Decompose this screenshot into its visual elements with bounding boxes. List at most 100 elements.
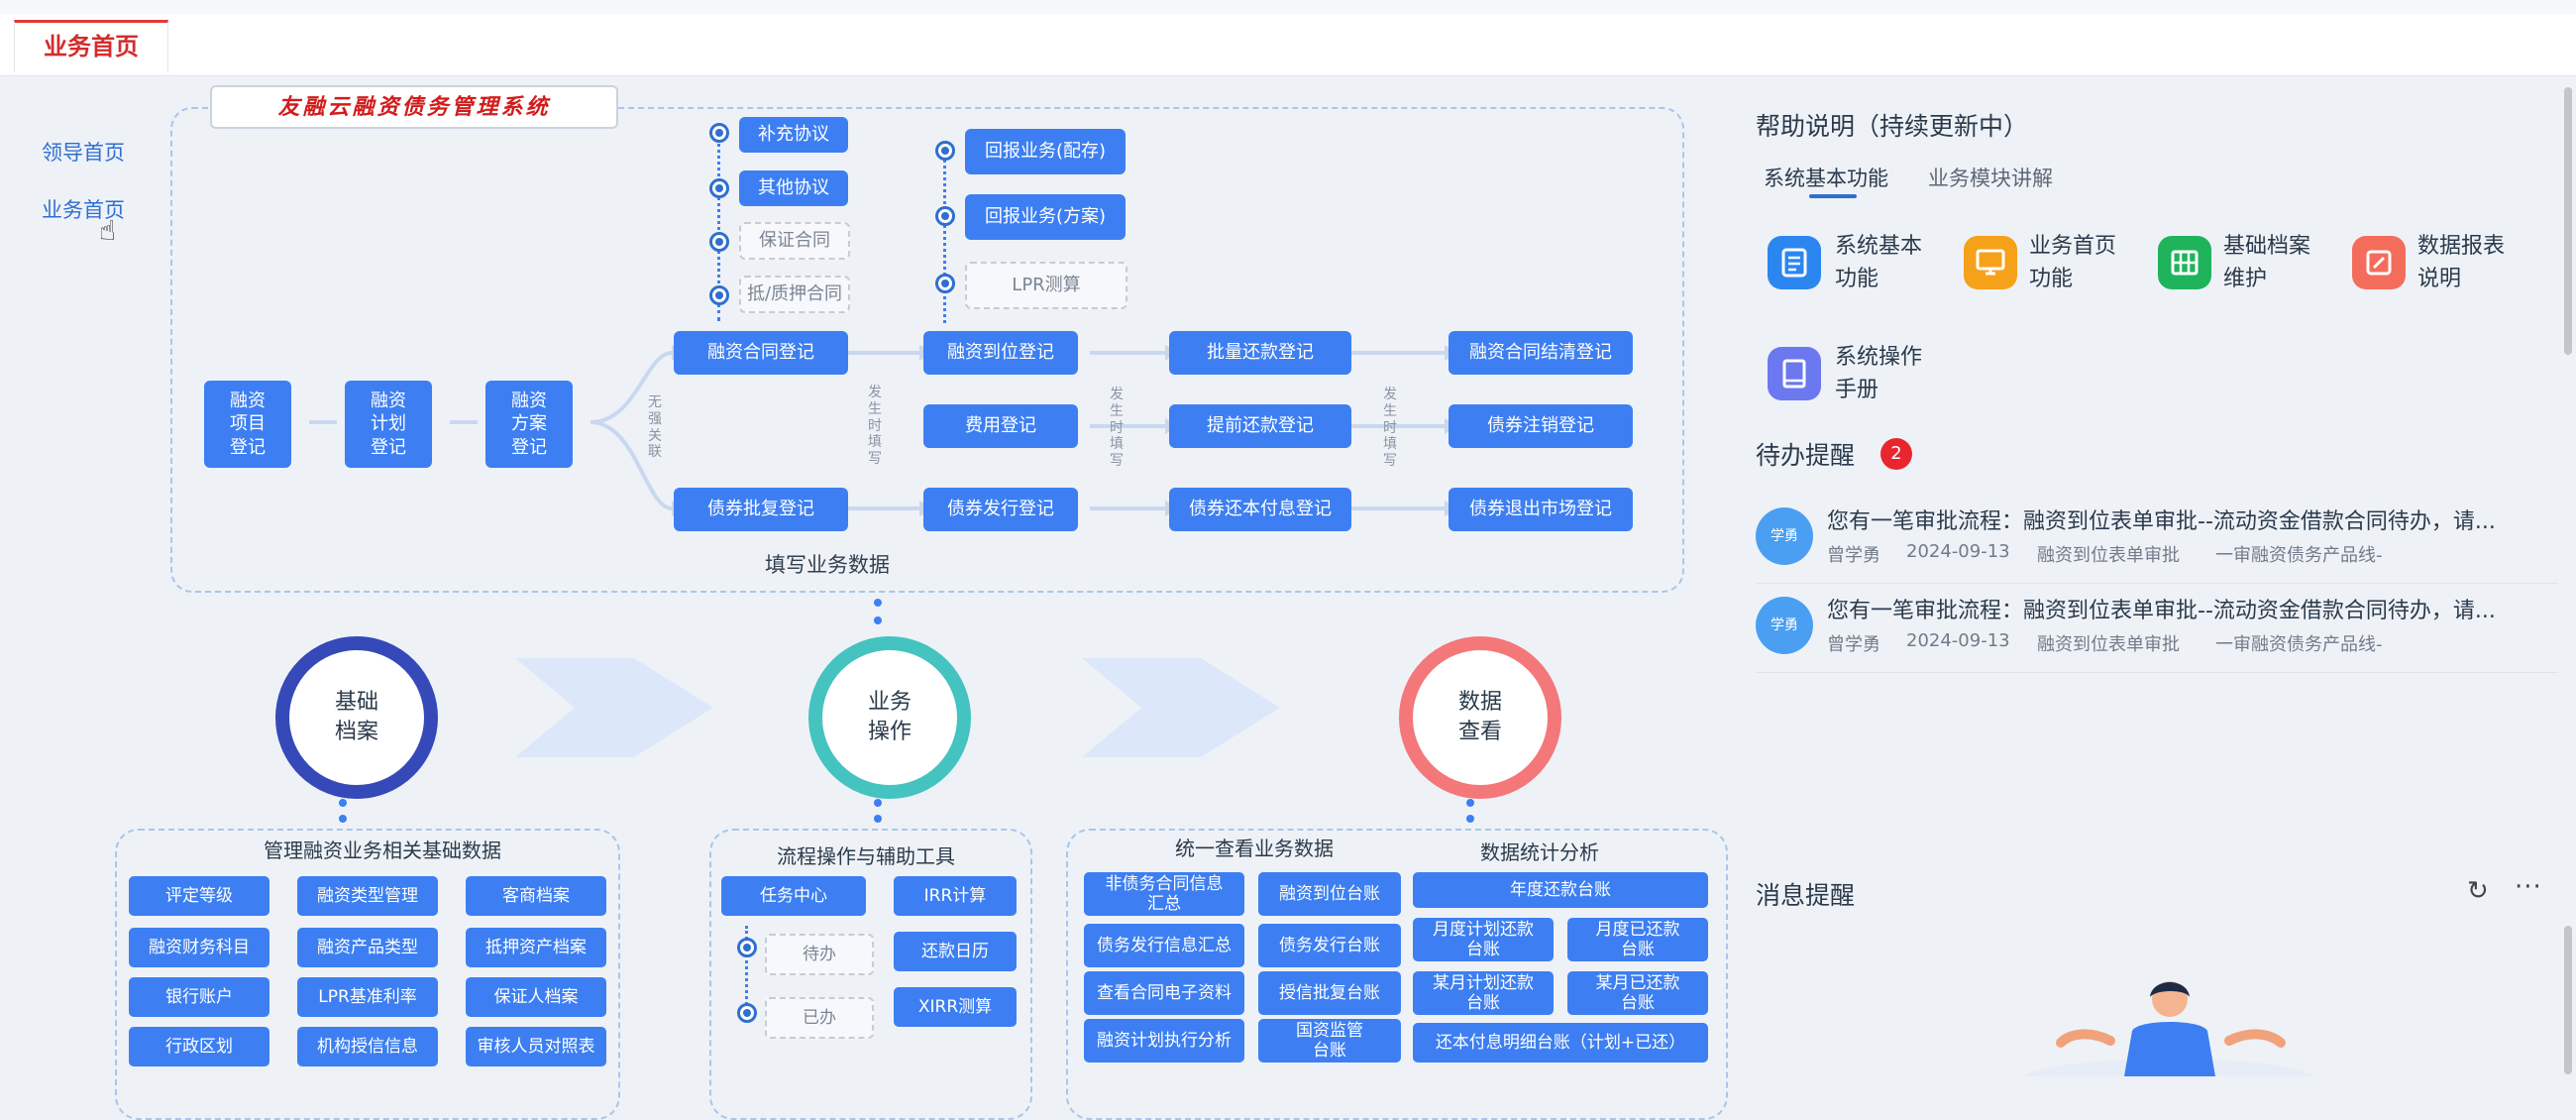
step-plan-registration[interactable]: 融资 计划 登记 — [345, 381, 432, 468]
lpr-rate-button[interactable]: LPR基准利率 — [297, 977, 438, 1017]
mortgage-contract-button[interactable]: 抵/质押合同 — [739, 276, 850, 313]
batch-repayment-button[interactable]: 批量还款登记 — [1169, 331, 1351, 375]
bond-principal-interest-button[interactable]: 债券还本付息登记 — [1169, 488, 1351, 531]
fee-registration-button[interactable]: 费用登记 — [923, 404, 1078, 448]
task-center-button[interactable]: 任务中心 — [721, 876, 866, 916]
admin-region-button[interactable]: 行政区划 — [129, 1027, 269, 1066]
repo-business-scheme-button[interactable]: 回报业务(方案) — [965, 194, 1126, 240]
early-repayment-button[interactable]: 提前还款登记 — [1169, 404, 1351, 448]
occur-label-2: 发生时填写 — [1110, 387, 1124, 470]
guarantor-archive-button[interactable]: 保证人档案 — [466, 977, 606, 1017]
connector-dot — [339, 799, 347, 807]
timeline-dot — [709, 285, 729, 305]
todo-item-date: 2024-09-13 — [1906, 630, 2010, 651]
refresh-icon[interactable]: ↻ — [2467, 876, 2489, 906]
monthly-plan-ledger-button[interactable]: 月度计划还款 台账 — [1413, 918, 1554, 961]
irr-calc-button[interactable]: IRR计算 — [894, 876, 1017, 916]
feature-manual-label[interactable]: 系统操作 手册 — [1835, 341, 1922, 406]
todo-item-date: 2024-09-13 — [1906, 541, 2010, 562]
contract-documents-button[interactable]: 查看合同电子资料 — [1084, 971, 1244, 1015]
person-illustration-icon — [2023, 981, 2316, 1076]
fill-business-data-label: 填写业务数据 — [765, 553, 890, 577]
basic-archive-circle[interactable]: 基础 档案 — [275, 636, 438, 799]
state-asset-ledger-button[interactable]: 国资监管 台账 — [1258, 1019, 1401, 1063]
more-icon[interactable]: ··· — [2515, 872, 2542, 902]
reviewer-table-button[interactable]: 审核人员对照表 — [466, 1027, 606, 1066]
todo-item-text[interactable]: 您有一笔审批流程：融资到位表单审批--流动资金借款合同待办，请... — [1827, 504, 2550, 535]
non-debt-contract-summary-button[interactable]: 非债务合同信息 汇总 — [1084, 872, 1244, 916]
financing-product-button[interactable]: 融资产品类型 — [297, 928, 438, 967]
pending-tasks-button[interactable]: 待办 — [765, 934, 874, 975]
timeline-dot — [935, 206, 955, 226]
tab-business-home[interactable]: 业务首页 — [14, 20, 168, 72]
todo-item-line: 一审融资债务产品线- — [2215, 634, 2383, 655]
some-month-repaid-ledger-button[interactable]: 某月已还款 台账 — [1567, 971, 1708, 1015]
debt-issue-summary-button[interactable]: 债务发行信息汇总 — [1084, 924, 1244, 967]
financing-type-button[interactable]: 融资类型管理 — [297, 876, 438, 916]
annual-repayment-ledger-button[interactable]: 年度还款台账 — [1413, 872, 1708, 908]
other-agreement-button[interactable]: 其他协议 — [739, 170, 848, 206]
monthly-repaid-ledger-button[interactable]: 月度已还款 台账 — [1567, 918, 1708, 961]
basic-archive-panel-title: 管理融资业务相关基础数据 — [264, 839, 501, 862]
scrollbar[interactable] — [2564, 926, 2572, 1074]
bond-market-exit-button[interactable]: 债券退出市场登记 — [1449, 488, 1633, 531]
todo-item[interactable]: 学勇 您有一笔审批流程：融资到位表单审批--流动资金借款合同待办，请... 曾学… — [1756, 587, 2558, 673]
feature-report-label[interactable]: 数据报表 说明 — [2417, 230, 2505, 295]
funding-arrival-button[interactable]: 融资到位登记 — [923, 331, 1078, 375]
feature-home-functions-label[interactable]: 业务首页 功能 — [2029, 230, 2116, 295]
lpr-calc-button[interactable]: LPR测算 — [965, 262, 1127, 309]
occur-label-3: 发生时填写 — [1383, 387, 1397, 470]
principal-interest-detail-button[interactable]: 还本付息明细台账（计划+已还） — [1413, 1023, 1708, 1063]
bond-issue-button[interactable]: 债券发行登记 — [923, 488, 1078, 531]
todo-title: 待办提醒 — [1756, 441, 1856, 470]
connector-dot — [874, 815, 882, 823]
timeline-dot — [935, 141, 955, 161]
mortgage-asset-button[interactable]: 抵押资产档案 — [466, 928, 606, 967]
repayment-calendar-button[interactable]: 还款日历 — [894, 932, 1017, 971]
step-project-registration[interactable]: 融资 项目 登记 — [204, 381, 291, 468]
tab-basic-functions[interactable]: 系统基本功能 — [1764, 163, 1888, 192]
finance-subject-button[interactable]: 融资财务科目 — [129, 928, 269, 967]
avatar: 学勇 — [1756, 507, 1813, 565]
credit-approval-ledger-button[interactable]: 授信批复台账 — [1258, 971, 1401, 1015]
contract-registration-button[interactable]: 融资合同登记 — [674, 331, 848, 375]
some-month-plan-ledger-button[interactable]: 某月计划还款 台账 — [1413, 971, 1554, 1015]
business-ops-panel-title: 流程操作与辅助工具 — [777, 844, 955, 868]
bank-account-button[interactable]: 银行账户 — [129, 977, 269, 1017]
data-view-circle[interactable]: 数据 查看 — [1399, 636, 1561, 799]
merchant-archive-button[interactable]: 客商档案 — [466, 876, 606, 916]
plan-execution-button[interactable]: 融资计划执行分析 — [1084, 1019, 1244, 1063]
todo-item-user: 曾学勇 — [1827, 634, 1880, 655]
todo-item[interactable]: 学勇 您有一笔审批流程：融资到位表单审批--流动资金借款合同待办，请... 曾学… — [1756, 498, 2558, 584]
edit-icon[interactable] — [2352, 236, 2406, 289]
todo-item-text[interactable]: 您有一笔审批流程：融资到位表单审批--流动资金借款合同待办，请... — [1827, 593, 2550, 624]
book-icon[interactable] — [1768, 347, 1821, 400]
contract-settlement-button[interactable]: 融资合同结清登记 — [1449, 331, 1633, 375]
rating-level-button[interactable]: 评定等级 — [129, 876, 269, 916]
scrollbar[interactable] — [2564, 87, 2572, 355]
credit-info-button[interactable]: 机构授信信息 — [297, 1027, 438, 1066]
archive-icon[interactable] — [2158, 236, 2211, 289]
repo-business-config-button[interactable]: 回报业务(配存) — [965, 129, 1126, 174]
sidebar-item-leader-home[interactable]: 领导首页 — [42, 137, 125, 167]
guarantee-contract-button[interactable]: 保证合同 — [739, 222, 850, 260]
feature-archive-label[interactable]: 基础档案 维护 — [2223, 230, 2310, 295]
step-scheme-registration[interactable]: 融资 方案 登记 — [485, 381, 573, 468]
document-icon[interactable] — [1768, 236, 1821, 289]
feature-basic-functions-label[interactable]: 系统基本 功能 — [1835, 230, 1922, 295]
business-operation-circle[interactable]: 业务 操作 — [808, 636, 971, 799]
monitor-icon[interactable] — [1964, 236, 2017, 289]
xirr-calc-button[interactable]: XIRR测算 — [894, 987, 1017, 1027]
funding-ledger-button[interactable]: 融资到位台账 — [1258, 872, 1401, 916]
no-relation-label: 无强关联 — [648, 394, 662, 461]
tab-module-explanation[interactable]: 业务模块讲解 — [1928, 163, 2053, 192]
debt-issue-ledger-button[interactable]: 债务发行台账 — [1258, 924, 1401, 967]
connector-dot — [874, 616, 882, 624]
active-tab-indicator — [1809, 194, 1857, 198]
messages-title: 消息提醒 — [1756, 881, 1856, 910]
system-title: 友融云融资债务管理系统 — [210, 85, 618, 129]
done-tasks-button[interactable]: 已办 — [765, 997, 874, 1039]
supplement-agreement-button[interactable]: 补充协议 — [739, 117, 848, 153]
bond-cancellation-button[interactable]: 债券注销登记 — [1449, 404, 1633, 448]
bond-approval-button[interactable]: 债券批复登记 — [674, 488, 848, 531]
